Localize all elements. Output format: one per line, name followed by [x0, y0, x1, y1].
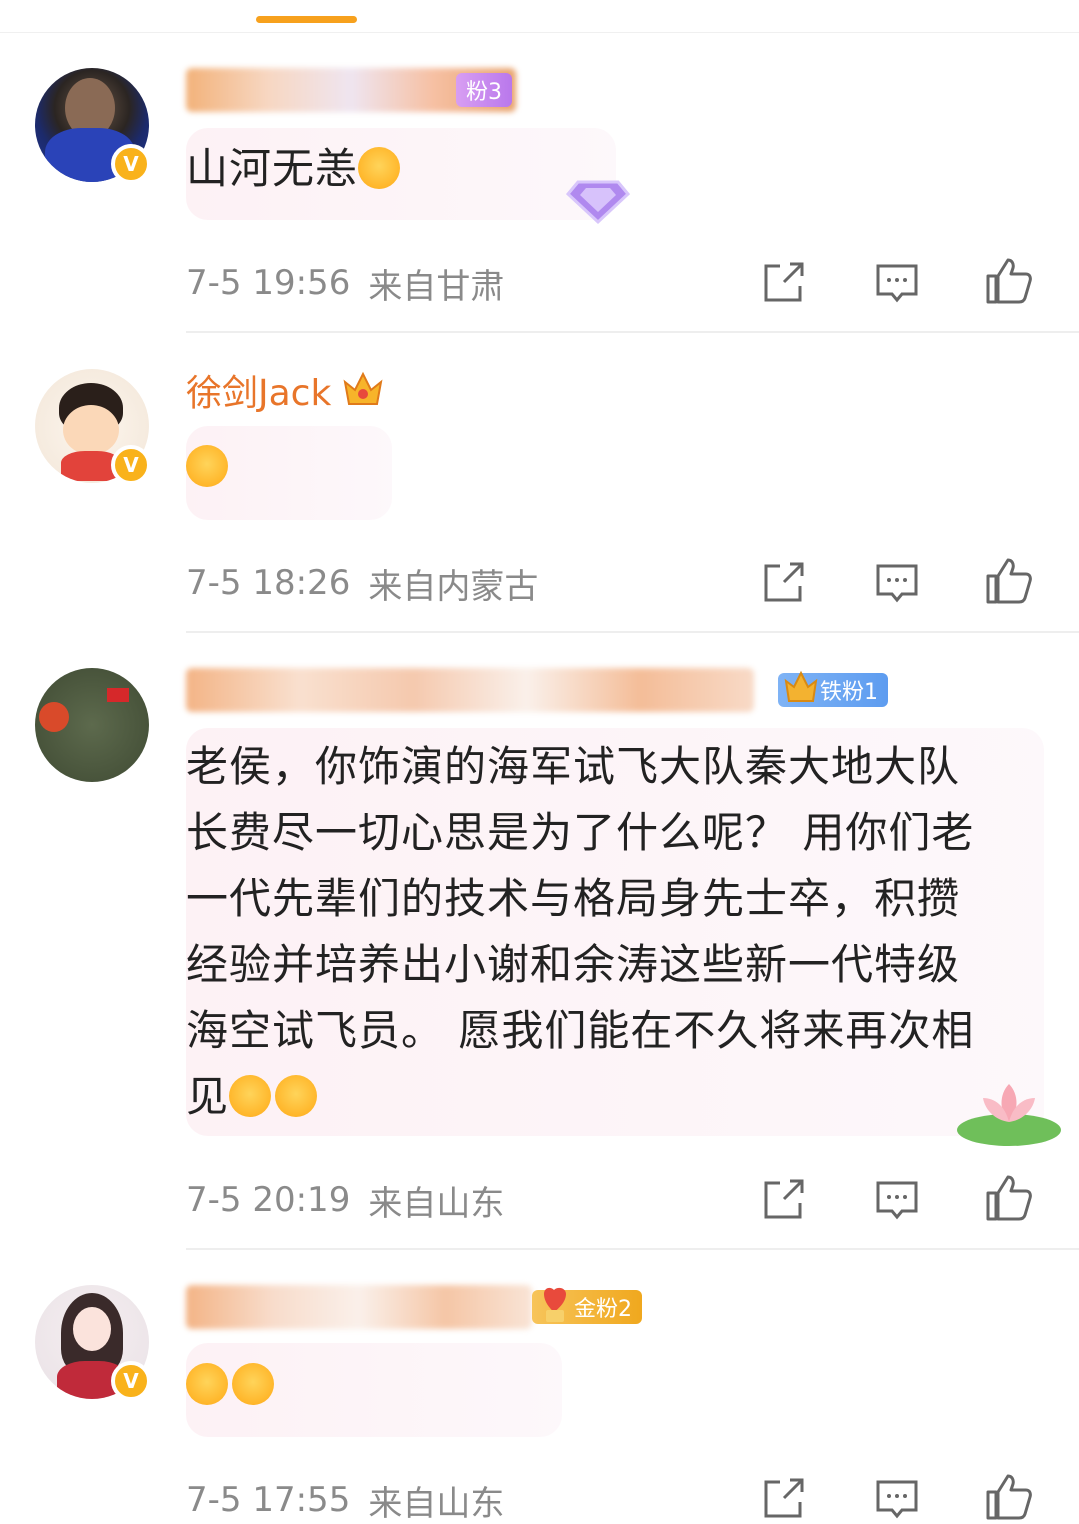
comment-text-line: 海空试飞员。 愿我们能在不久将来再次相 [186, 1006, 975, 1055]
comment-divider [186, 631, 1079, 633]
username-blurred[interactable] [186, 1285, 532, 1329]
verified-icon: V [111, 144, 151, 184]
comment-location: 来自山东 [368, 1183, 505, 1224]
headband-face-emoji [229, 1075, 272, 1117]
comment-meta: 7-5 17:55 来自山东 [186, 1480, 504, 1524]
verified-icon: V [111, 1361, 151, 1401]
avatar[interactable]: V [35, 1285, 151, 1401]
share-icon[interactable] [758, 1175, 808, 1225]
crown-icon [343, 371, 383, 405]
username-row: 粉3 [186, 66, 516, 114]
comment-time: 7-5 20:19 [186, 1180, 351, 1220]
fan-badge: 粉3 [456, 73, 512, 107]
comment-text: 山河无恙 [186, 136, 401, 202]
thumbs-up-icon[interactable] [984, 256, 1034, 306]
comment-time: 7-5 17:55 [186, 1480, 351, 1520]
crying-laughing-emoji [232, 1363, 274, 1405]
avatar[interactable] [35, 668, 149, 782]
username-row: 金粉2 [186, 1283, 642, 1331]
comment-text [186, 1352, 274, 1418]
comment-time: 7-5 19:56 [186, 263, 351, 303]
comment-text [186, 434, 228, 500]
fan-badge: 铁粉1 [778, 670, 888, 707]
comment-divider [186, 1248, 1079, 1250]
comment-text-line-last: 见 [186, 1064, 1046, 1130]
comment-text-line: 一代先辈们的技术与格局身先士卒，积攒 [186, 874, 961, 923]
avatar[interactable]: V [35, 68, 151, 184]
headband-face-emoji [275, 1075, 318, 1117]
laughing-face-emoji [358, 147, 401, 189]
comment-text-line: 长费尽一切心思是为了什么呢？ 用你们老 [186, 808, 975, 857]
crying-laughing-emoji [186, 1363, 228, 1405]
comment-meta: 7-5 19:56 来自甘肃 [186, 263, 504, 307]
comment-text: 老侯，你饰演的海军试飞大队秦大地大队 长费尽一切心思是为了什么呢？ 用你们老 一… [186, 734, 1046, 1130]
fan-badge-label: 铁粉1 [820, 680, 878, 705]
comment-text-line: 老侯，你饰演的海军试飞大队秦大地大队 [186, 742, 961, 791]
comment-icon[interactable] [872, 258, 922, 308]
comment-meta: 7-5 18:26 来自内蒙古 [186, 563, 538, 607]
gold-fan-icon [544, 1287, 566, 1322]
username-blurred[interactable] [186, 668, 754, 712]
thumbs-up-icon[interactable] [984, 556, 1034, 606]
thumbs-up-icon[interactable] [984, 1472, 1034, 1522]
header-divider [0, 32, 1079, 33]
shy-face-emoji [186, 445, 228, 487]
active-tab-indicator [256, 16, 357, 23]
comment-text-content: 山河无恙 [186, 144, 359, 193]
avatar[interactable]: V [35, 369, 151, 485]
share-icon[interactable] [758, 258, 808, 308]
comment-icon[interactable] [872, 1474, 922, 1524]
fan-badge: 金粉2 [532, 1287, 642, 1324]
comment-text-line: 经验并培养出小谢和余涛这些新一代特级 [186, 940, 961, 989]
share-icon[interactable] [758, 558, 808, 608]
username-row: 铁粉1 [186, 666, 888, 714]
fan-badge-label: 金粉2 [574, 1297, 632, 1322]
verified-icon: V [111, 445, 151, 485]
thumbs-up-icon[interactable] [984, 1173, 1034, 1223]
username-row: 徐剑Jack [186, 366, 385, 414]
comment-text-content: 见 [186, 1072, 230, 1121]
share-icon[interactable] [758, 1474, 808, 1524]
lotus-decoration-icon [957, 1084, 1061, 1146]
comment-icon[interactable] [872, 1175, 922, 1225]
comment-location: 来自甘肃 [368, 266, 505, 307]
comment-time: 7-5 18:26 [186, 563, 351, 603]
comment-divider [186, 331, 1079, 333]
comment-location: 来自内蒙古 [368, 566, 539, 607]
diamond-decoration-icon [565, 180, 631, 225]
comment-icon[interactable] [872, 558, 922, 608]
comment-location: 来自山东 [368, 1483, 505, 1524]
username[interactable]: 徐剑Jack [186, 364, 331, 416]
iron-fan-icon [784, 670, 818, 702]
comment-meta: 7-5 20:19 来自山东 [186, 1180, 504, 1224]
